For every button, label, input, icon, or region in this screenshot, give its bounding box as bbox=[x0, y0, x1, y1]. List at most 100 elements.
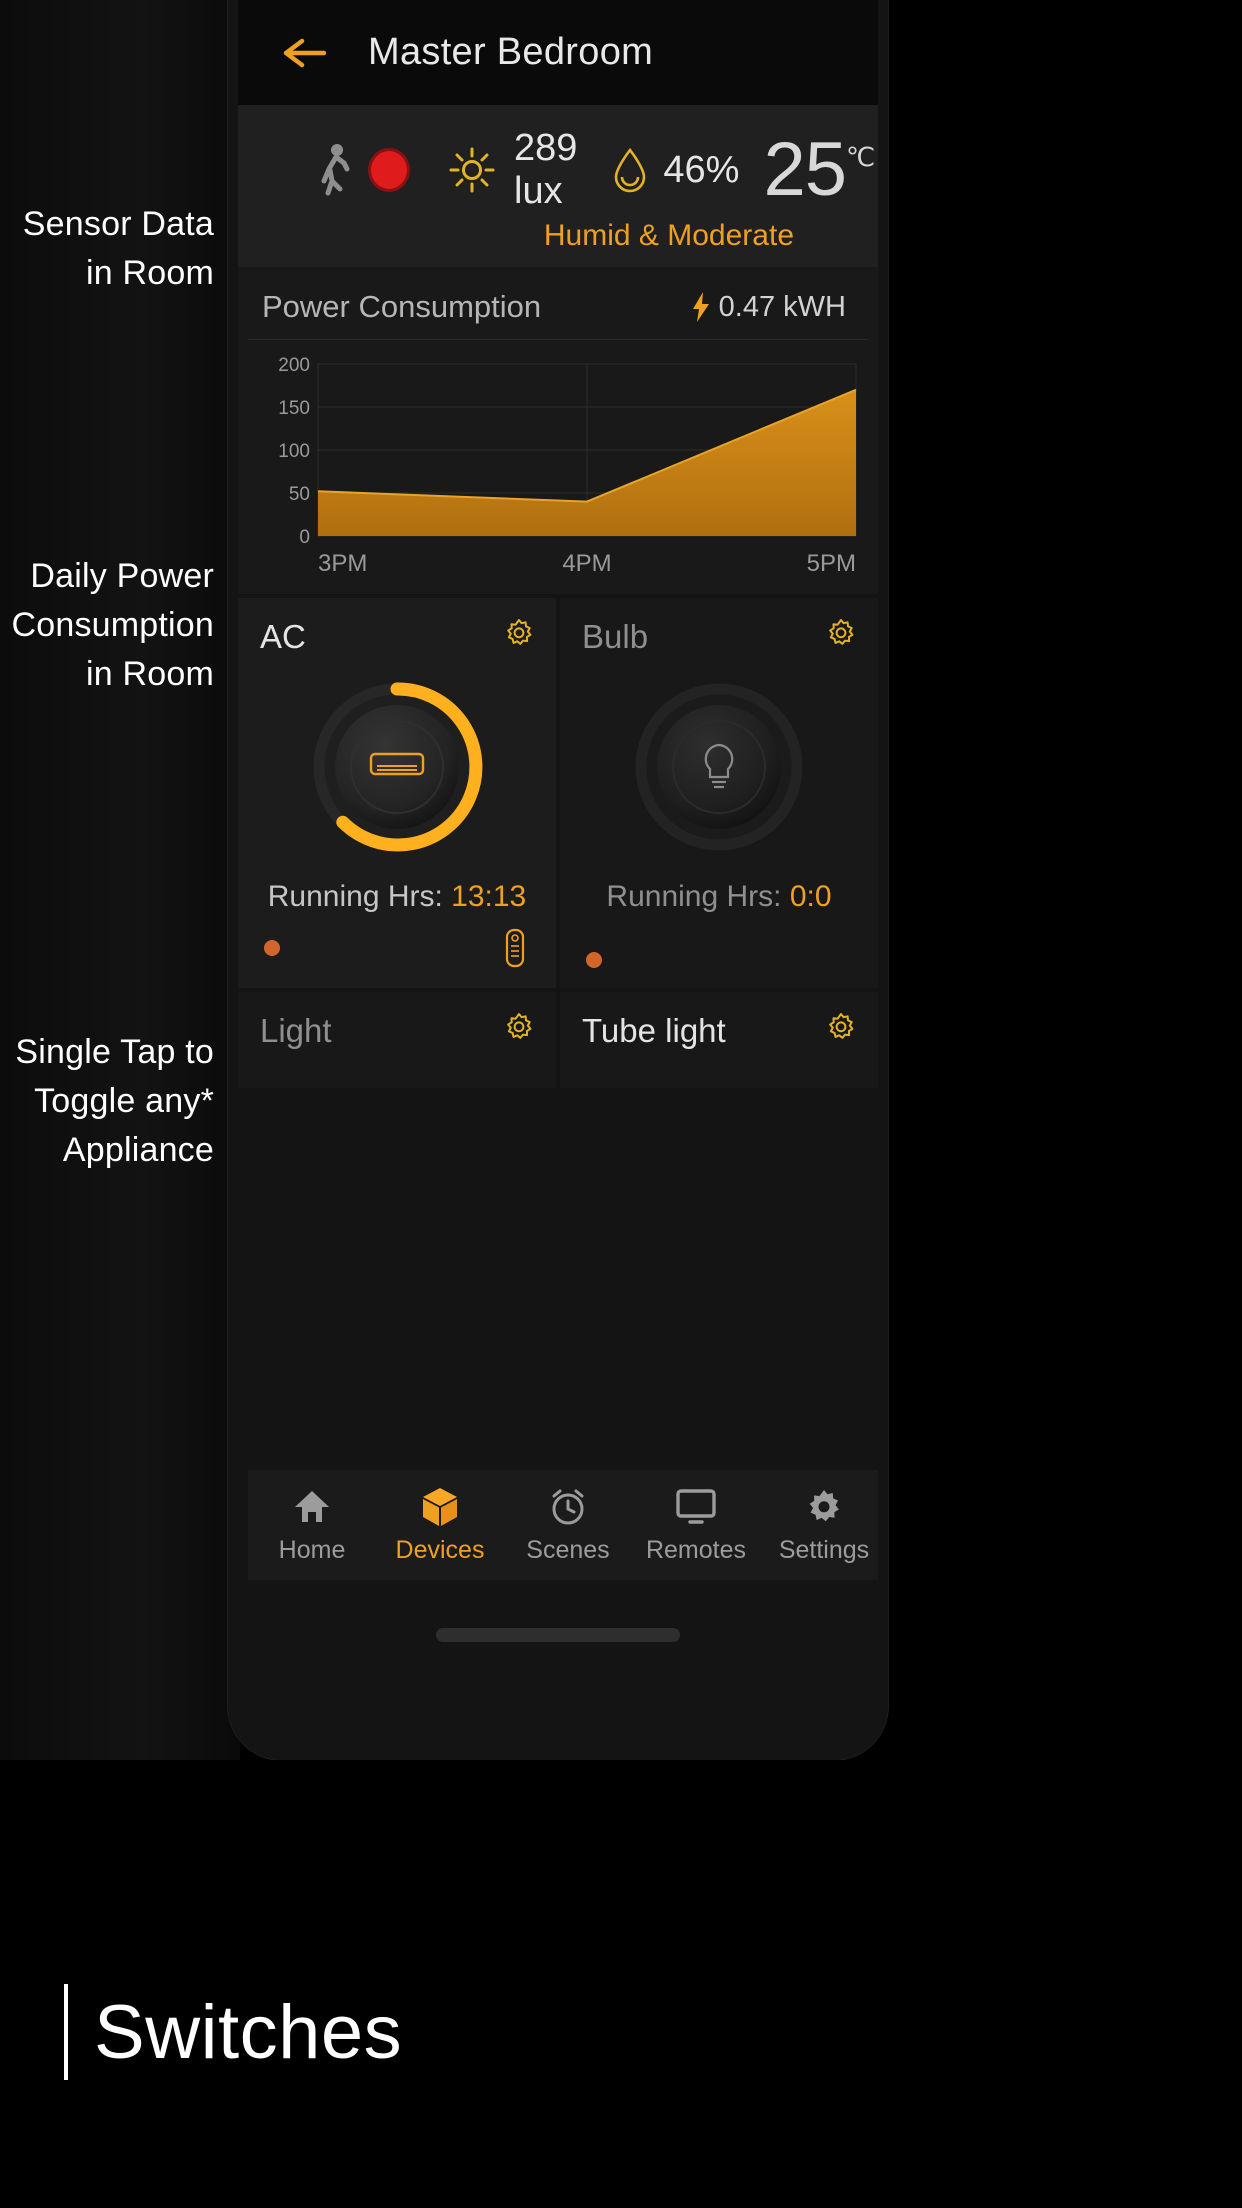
device-card-light[interactable]: Light bbox=[238, 992, 556, 1088]
temperature-unit: ℃ bbox=[846, 142, 876, 172]
nav-label: Settings bbox=[778, 1535, 870, 1564]
device-card-header: Light bbox=[260, 1012, 534, 1050]
nav-label: Home bbox=[278, 1535, 346, 1564]
chart-canvas: 200 150 100 50 0 bbox=[278, 356, 857, 546]
status-badge bbox=[586, 952, 602, 968]
svg-text:50: 50 bbox=[289, 484, 310, 505]
bulb-icon bbox=[624, 672, 814, 862]
device-card-bulb[interactable]: Bulb Running Hrs: 0:0 bbox=[560, 598, 878, 988]
page-title: Master Bedroom bbox=[368, 31, 654, 73]
nav-item-scenes[interactable]: Scenes bbox=[504, 1486, 632, 1565]
chart-x-axis-labels: 3PM 4PM 5PM bbox=[256, 546, 860, 578]
annotation-toggle-line2: Toggle any* bbox=[34, 1082, 214, 1120]
annotation-single-tap: Single Tap to Toggle any* Appliance bbox=[15, 1028, 214, 1175]
nav-label: Devices bbox=[395, 1535, 485, 1564]
comfort-caption: Humid & Moderate bbox=[543, 219, 794, 252]
chart-x-tick: 5PM bbox=[806, 550, 856, 577]
monitor-icon bbox=[675, 1486, 717, 1528]
light-sensor-group: 289 lux bbox=[448, 127, 577, 213]
gear-icon[interactable] bbox=[504, 618, 534, 648]
device-card-footer bbox=[586, 952, 854, 968]
annotation-toggle-line1: Single Tap to bbox=[15, 1033, 214, 1071]
device-name: Light bbox=[260, 1012, 332, 1049]
light-value: 289 lux bbox=[514, 127, 578, 212]
sensor-panel: 289 lux 46% 25 ℃ Humid & Moderate bbox=[238, 105, 878, 267]
device-card-header: AC bbox=[260, 618, 534, 656]
annotation-toggle-line3: Appliance bbox=[62, 1131, 214, 1169]
running-hours-value: 13:13 bbox=[451, 880, 527, 913]
walking-person-icon bbox=[318, 143, 352, 197]
annotation-power-line3: in Room bbox=[85, 655, 214, 693]
chart-x-tick: 3PM bbox=[318, 550, 368, 577]
home-indicator bbox=[436, 1628, 680, 1642]
device-name: Tube light bbox=[582, 1012, 726, 1049]
app-bar: Master Bedroom bbox=[238, 0, 878, 105]
device-card-tube-light[interactable]: Tube light bbox=[560, 992, 878, 1088]
svg-text:100: 100 bbox=[278, 441, 310, 462]
humidity-value: 46% bbox=[663, 148, 740, 191]
device-name: AC bbox=[260, 618, 306, 655]
svg-text:150: 150 bbox=[278, 398, 310, 419]
phone-mockup: Master Bedroom 289 lux 46% 25 ℃ Humid & … bbox=[228, 0, 888, 1760]
device-name: Bulb bbox=[582, 618, 649, 655]
status-badge bbox=[264, 940, 280, 956]
device-card-header: Bulb bbox=[582, 618, 856, 656]
gear-icon[interactable] bbox=[826, 618, 856, 648]
power-area-chart: 200 150 100 50 0 3PM 4PM 5PM bbox=[256, 356, 860, 586]
annotation-power-line1: Daily Power bbox=[30, 557, 214, 595]
running-hours-label: Running Hrs: bbox=[606, 880, 782, 913]
screenshot-stage: Sensor Data in Room Daily Power Consumpt… bbox=[0, 0, 1242, 2208]
nav-label: Scenes bbox=[526, 1535, 610, 1564]
air-conditioner-icon bbox=[302, 672, 492, 862]
motion-sensor-group bbox=[318, 143, 410, 197]
brand-divider bbox=[64, 1984, 68, 2080]
chart-x-tick: 4PM bbox=[562, 550, 612, 577]
home-icon bbox=[292, 1486, 332, 1528]
power-card-title: Power Consumption bbox=[262, 289, 542, 324]
annotation-sensor-data: Sensor Data in Room bbox=[23, 200, 214, 298]
device-grid: AC Running Hrs: 13:13 Bulb Running Hrs: … bbox=[238, 594, 878, 1088]
running-hours-label: Running Hrs: bbox=[267, 880, 443, 913]
brand-name: Switches bbox=[94, 1989, 403, 2075]
gear-icon[interactable] bbox=[504, 1012, 534, 1042]
device-card-ac[interactable]: AC Running Hrs: 13:13 bbox=[238, 598, 556, 988]
nav-label: Remotes bbox=[645, 1535, 747, 1564]
bottom-navigation: Home Devices Scenes Remotes Settings bbox=[248, 1470, 878, 1580]
remote-control-icon[interactable] bbox=[498, 928, 532, 968]
device-dial-wrap[interactable] bbox=[260, 672, 534, 862]
power-total-value: 0.47 kWH bbox=[718, 290, 846, 323]
brand-lockup: Switches bbox=[64, 1984, 402, 2080]
bulb-power-dial[interactable] bbox=[624, 672, 814, 862]
running-hours-line: Running Hrs: 0:0 bbox=[582, 880, 856, 914]
gear-icon[interactable] bbox=[826, 1012, 856, 1042]
arrow-left-icon[interactable] bbox=[282, 36, 326, 70]
red-dot-icon bbox=[368, 148, 410, 192]
annotation-sensor-line1: Sensor Data bbox=[22, 205, 214, 243]
device-card-header: Tube light bbox=[582, 1012, 856, 1050]
footer-brand-area: Switches bbox=[0, 1760, 1242, 2208]
power-card-header: Power Consumption 0.47 kWH bbox=[248, 267, 868, 340]
svg-text:0: 0 bbox=[299, 527, 310, 546]
nav-item-devices[interactable]: Devices bbox=[376, 1486, 504, 1565]
device-card-footer bbox=[264, 928, 532, 968]
annotation-power-consumption: Daily Power Consumption in Room bbox=[11, 552, 214, 699]
alarm-clock-icon bbox=[548, 1486, 588, 1528]
temperature-value: 25 bbox=[763, 127, 847, 212]
humidity-sensor-group: 46% bbox=[611, 146, 739, 194]
phone-screen: Master Bedroom 289 lux 46% 25 ℃ Humid & … bbox=[238, 0, 878, 1670]
nav-item-remotes[interactable]: Remotes bbox=[632, 1486, 760, 1565]
power-consumption-card: Power Consumption 0.47 kWH 200 150 100 5… bbox=[238, 267, 878, 594]
temperature-group: 25 ℃ bbox=[763, 127, 876, 212]
annotation-power-line2: Consumption bbox=[11, 606, 214, 644]
cube-icon bbox=[420, 1486, 460, 1528]
ac-power-dial[interactable] bbox=[302, 672, 492, 862]
nav-item-settings[interactable]: Settings bbox=[760, 1486, 878, 1565]
power-total-group: 0.47 kWH bbox=[691, 291, 846, 324]
svg-text:200: 200 bbox=[278, 356, 310, 376]
gear-icon bbox=[804, 1486, 844, 1528]
device-dial-wrap[interactable] bbox=[582, 672, 856, 862]
annotation-column: Sensor Data in Room Daily Power Consumpt… bbox=[0, 0, 240, 1760]
nav-item-home[interactable]: Home bbox=[248, 1486, 376, 1565]
sensor-row: 289 lux 46% 25 ℃ bbox=[264, 127, 875, 213]
running-hours-line: Running Hrs: 13:13 bbox=[260, 880, 534, 914]
